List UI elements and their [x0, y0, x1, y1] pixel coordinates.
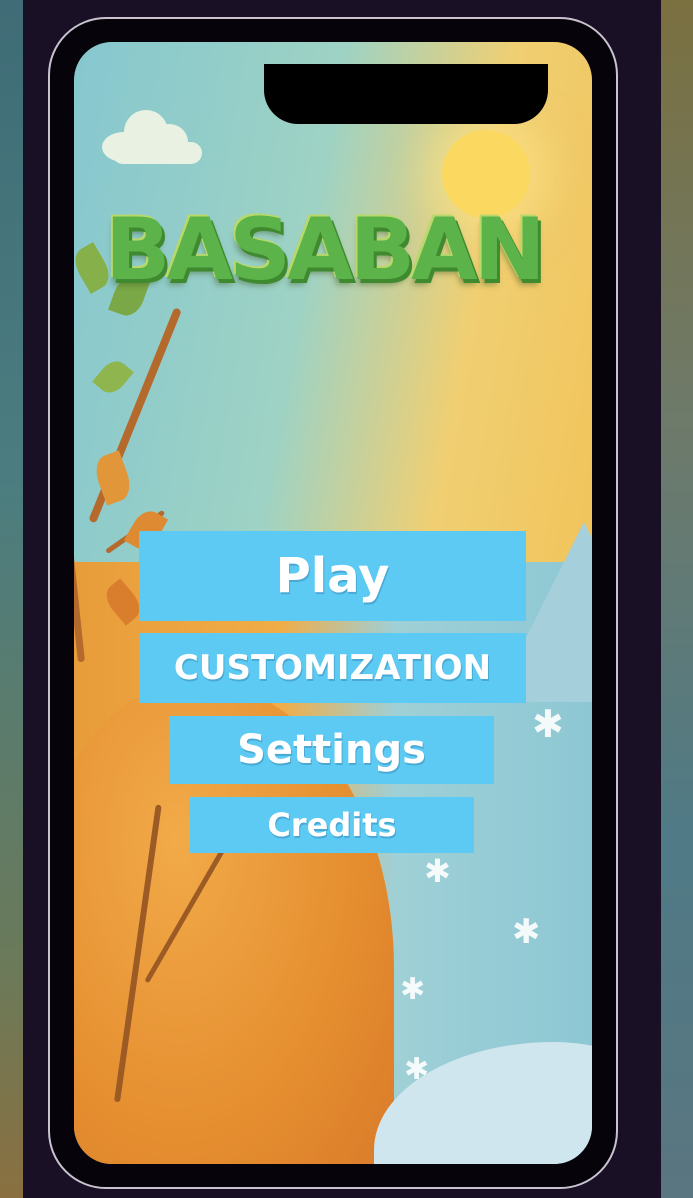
cloud-icon: [102, 102, 202, 164]
credits-button[interactable]: Credits: [190, 797, 474, 853]
snowflake-icon: ✱: [424, 852, 451, 890]
play-button[interactable]: Play: [139, 531, 526, 621]
snowflake-icon: ✱: [532, 702, 564, 746]
phone-notch: [264, 64, 548, 124]
snowflake-icon: ✱: [404, 1052, 430, 1087]
backdrop-right-edge: [661, 0, 693, 1198]
snowflake-icon: ✱: [512, 912, 541, 952]
snowflake-icon: ✱: [400, 972, 426, 1007]
settings-button[interactable]: Settings: [169, 716, 494, 784]
game-title-logo: BASABAN: [105, 200, 546, 300]
customization-button[interactable]: CUSTOMIZATION: [139, 633, 526, 703]
backdrop-left-edge: [0, 0, 23, 1198]
